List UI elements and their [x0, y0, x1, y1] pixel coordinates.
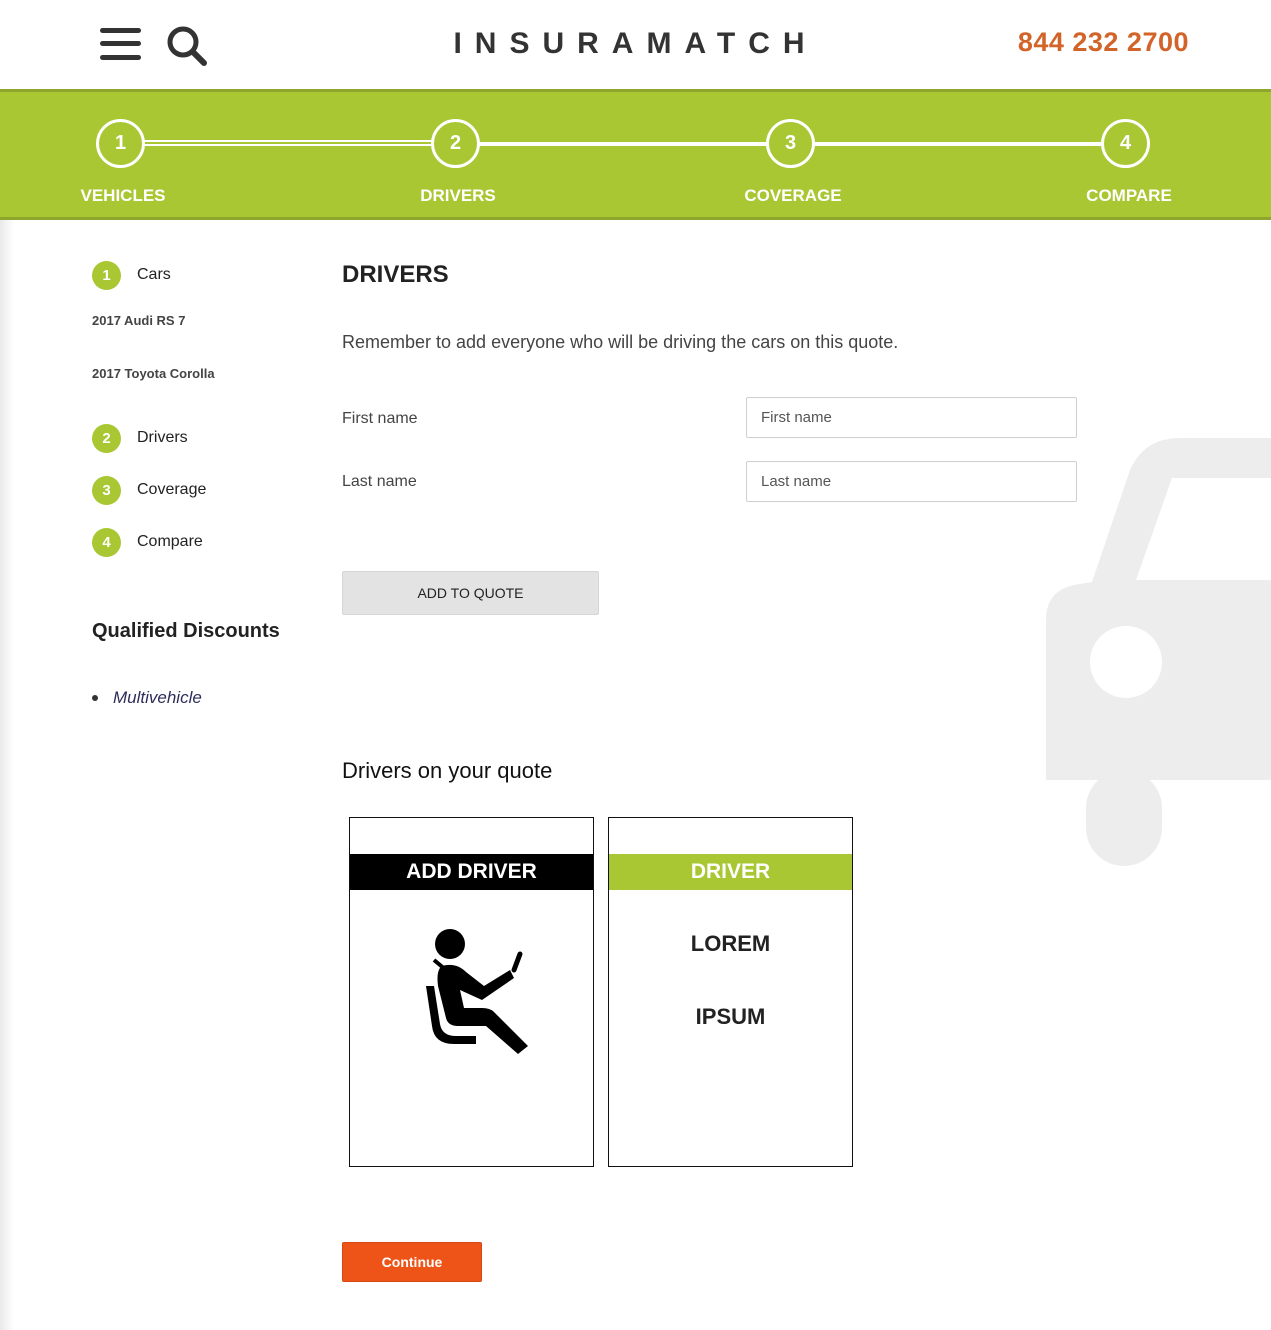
- discount-item: Multivehicle: [92, 688, 202, 708]
- progress-label-vehicles: VEHICLES: [80, 186, 166, 205]
- progress-step-4[interactable]: 4: [1101, 119, 1150, 168]
- progress-label-coverage: COVERAGE: [744, 186, 842, 205]
- add-driver-card[interactable]: ADD DRIVER: [349, 817, 594, 1167]
- progress-track: [478, 142, 770, 146]
- last-name-input[interactable]: [746, 461, 1077, 502]
- seated-driver-icon: [426, 929, 528, 1054]
- sidebar-step-number: 3: [92, 475, 121, 505]
- add-driver-card-title: ADD DRIVER: [350, 854, 593, 890]
- sidebar-step-compare[interactable]: 4 Compare: [92, 527, 203, 557]
- driver-card[interactable]: DRIVER LOREM IPSUM: [608, 817, 853, 1167]
- sidebar-step-number: 1: [92, 260, 121, 290]
- last-name-label: Last name: [342, 473, 417, 490]
- continue-button[interactable]: Continue: [342, 1242, 482, 1282]
- discounts-title: Qualified Discounts: [92, 620, 280, 642]
- add-to-quote-button[interactable]: ADD TO QUOTE: [342, 571, 599, 615]
- phone-number[interactable]: 844 232 2700: [1018, 27, 1189, 58]
- driver-first-name: LOREM: [690, 931, 771, 956]
- sidebar-car-item[interactable]: 2017 Audi RS 7: [92, 313, 185, 328]
- page-title: DRIVERS: [342, 261, 449, 288]
- progress-step-3[interactable]: 3: [766, 119, 815, 168]
- sidebar-step-label: Drivers: [137, 429, 188, 446]
- discount-label: Multivehicle: [113, 688, 202, 707]
- progress-track-completed: [144, 140, 434, 146]
- progress-track: [814, 142, 1106, 146]
- sidebar-step-number: 4: [92, 527, 121, 557]
- drivers-section-heading: Drivers on your quote: [342, 758, 553, 783]
- sidebar-step-coverage[interactable]: 3 Coverage: [92, 475, 206, 505]
- driver-card-title: DRIVER: [609, 854, 852, 890]
- progress-stepper: 1 2 3 4 VEHICLES DRIVERS COVERAGE COMPAR…: [0, 89, 1271, 220]
- sidebar-step-drivers[interactable]: 2 Drivers: [92, 423, 188, 453]
- bullet-icon: [92, 695, 98, 701]
- first-name-label: First name: [342, 410, 418, 427]
- site-header: INSURAMATCH 844 232 2700: [0, 0, 1271, 89]
- intro-text: Remember to add everyone who will be dri…: [342, 332, 899, 352]
- progress-label-compare: COMPARE: [1086, 186, 1172, 205]
- sidebar-car-item[interactable]: 2017 Toyota Corolla: [92, 366, 215, 381]
- sidebar-step-label: Compare: [137, 533, 203, 550]
- progress-label-drivers: DRIVERS: [420, 186, 496, 205]
- progress-step-1[interactable]: 1: [96, 119, 145, 168]
- driver-last-name: IPSUM: [695, 1004, 766, 1029]
- sidebar-step-cars[interactable]: 1 Cars: [92, 260, 171, 290]
- progress-step-2[interactable]: 2: [431, 119, 480, 168]
- sidebar-step-number: 2: [92, 423, 121, 453]
- first-name-input[interactable]: [746, 397, 1077, 438]
- sidebar-step-label: Coverage: [137, 481, 207, 498]
- sidebar-step-label: Cars: [137, 266, 171, 283]
